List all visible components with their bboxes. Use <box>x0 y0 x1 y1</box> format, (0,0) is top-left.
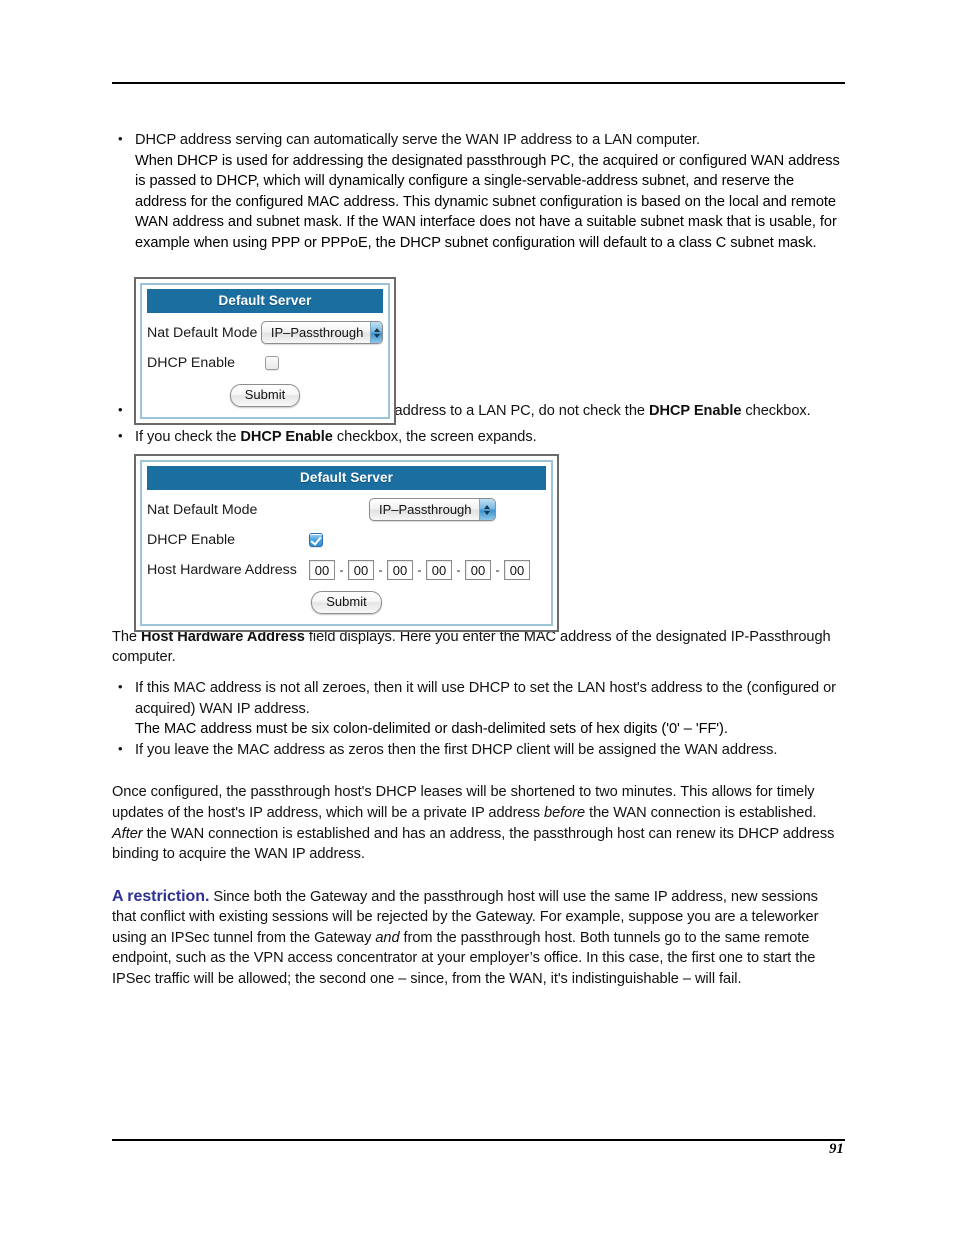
submit-button[interactable]: Submit <box>229 384 301 407</box>
list-item: If you leave the MAC address as zeros th… <box>112 739 845 761</box>
header-rule <box>112 82 845 84</box>
leases-p2: the WAN connection is established. <box>585 804 817 821</box>
nat-default-mode-select[interactable]: IP–Passthrough <box>369 498 496 521</box>
host-hardware-paragraph: The Host Hardware Address field displays… <box>112 627 845 668</box>
mac-separator: - <box>495 563 500 577</box>
mac-octet-input[interactable]: 00 <box>426 560 452 580</box>
restriction-em1: and <box>375 929 400 946</box>
intro-bullet-list: DHCP address serving can automatically s… <box>112 129 845 151</box>
intro-paragraph-text: When DHCP is used for addressing the des… <box>135 152 840 251</box>
dhcp-enable-label: DHCP Enable <box>147 532 236 548</box>
middle-bullet1-part2: checkbox. <box>741 402 811 419</box>
restriction-paragraph: A restriction. Since both the Gateway an… <box>112 887 845 990</box>
chevron-updown-icon[interactable] <box>370 322 382 343</box>
page-number: 91 <box>829 1141 844 1157</box>
mac-bullet-list: If this MAC address is not all zeroes, t… <box>112 677 845 719</box>
host-hardware-address-row: Host Hardware Address 00 - 00 - 00 - 00 … <box>147 559 546 581</box>
mac-octet-input[interactable]: 00 <box>387 560 413 580</box>
dhcp-enable-checkbox[interactable] <box>265 356 279 370</box>
nat-default-mode-value: IP–Passthrough <box>379 502 472 517</box>
mac-address-group: 00 - 00 - 00 - 00 - 00 - 00 <box>309 560 530 580</box>
mac-bullet2-text: If you leave the MAC address as zeros th… <box>135 741 778 758</box>
default-server-panel-expanded: Default Server Nat Default Mode IP–Passt… <box>140 460 553 626</box>
mac-sub-paragraph: The MAC address must be six colon-delimi… <box>112 719 845 740</box>
intro-paragraph: When DHCP is used for addressing the des… <box>112 151 845 254</box>
restriction-lead: A restriction. <box>112 887 210 905</box>
mac-bullet-list-2: If you leave the MAC address as zeros th… <box>112 739 845 761</box>
dhcp-enable-row: DHCP Enable <box>147 352 383 374</box>
submit-row: Submit <box>147 591 546 614</box>
nat-default-mode-label: Nat Default Mode <box>147 501 258 518</box>
chevron-updown-icon[interactable] <box>478 499 495 520</box>
list-item: If this MAC address is not all zeroes, t… <box>112 677 845 719</box>
intro-bullet-text: DHCP address serving can automatically s… <box>135 132 701 148</box>
mac-octet-input[interactable]: 00 <box>504 560 530 580</box>
mac-separator: - <box>417 563 422 577</box>
dhcp-enable-row: DHCP Enable <box>147 529 546 551</box>
footer-rule <box>112 1139 845 1141</box>
nat-default-mode-row: Nat Default Mode IP–Passthrough <box>147 498 546 521</box>
nat-default-mode-value: IP–Passthrough <box>270 325 364 340</box>
list-item: DHCP address serving can automatically s… <box>112 129 845 151</box>
default-server-screenshot-collapsed: Default Server Nat Default Mode IP–Passt… <box>134 277 396 425</box>
dhcp-enable-checkbox[interactable] <box>309 533 323 547</box>
submit-button[interactable]: Submit <box>311 591 382 614</box>
list-item: If you check the DHCP Enable checkbox, t… <box>112 426 845 448</box>
leases-em2: After <box>112 825 143 842</box>
mac-sub-text: The MAC address must be six colon-delimi… <box>135 721 728 738</box>
panel-title: Default Server <box>147 289 383 313</box>
default-server-panel: Default Server Nat Default Mode IP–Passt… <box>140 283 390 419</box>
middle-bullet1-bold: DHCP Enable <box>648 402 742 419</box>
leases-em1: before <box>544 804 586 821</box>
submit-row: Submit <box>147 384 383 407</box>
nat-default-mode-select[interactable]: IP–Passthrough <box>260 321 383 344</box>
mac-separator: - <box>378 563 383 577</box>
mac-separator: - <box>339 563 344 577</box>
mac-octet-input[interactable]: 00 <box>465 560 491 580</box>
middle-bullet2-part1: If you check the <box>135 429 241 446</box>
dhcp-enable-label: DHCP Enable <box>147 355 236 371</box>
host-hardware-address-label: Host Hardware Address <box>147 562 297 578</box>
default-server-screenshot-expanded: Default Server Nat Default Mode IP–Passt… <box>134 454 559 632</box>
mac-octet-input[interactable]: 00 <box>348 560 374 580</box>
nat-default-mode-label: Nat Default Mode <box>147 324 258 341</box>
mac-bullet1-text: If this MAC address is not all zeroes, t… <box>135 679 836 717</box>
mac-separator: - <box>456 563 461 577</box>
nat-default-mode-row: Nat Default Mode IP–Passthrough <box>147 321 383 344</box>
document-page: DHCP address serving can automatically s… <box>0 0 954 1235</box>
panel-title: Default Server <box>147 466 546 490</box>
middle-bullet2-part2: checkbox, the screen expands. <box>332 429 537 446</box>
leases-p3: the WAN connection is established and ha… <box>112 825 835 863</box>
leases-paragraph: Once configured, the passthrough host's … <box>112 782 845 864</box>
middle-bullet2-bold: DHCP Enable <box>240 429 333 446</box>
mac-octet-input[interactable]: 00 <box>309 560 335 580</box>
